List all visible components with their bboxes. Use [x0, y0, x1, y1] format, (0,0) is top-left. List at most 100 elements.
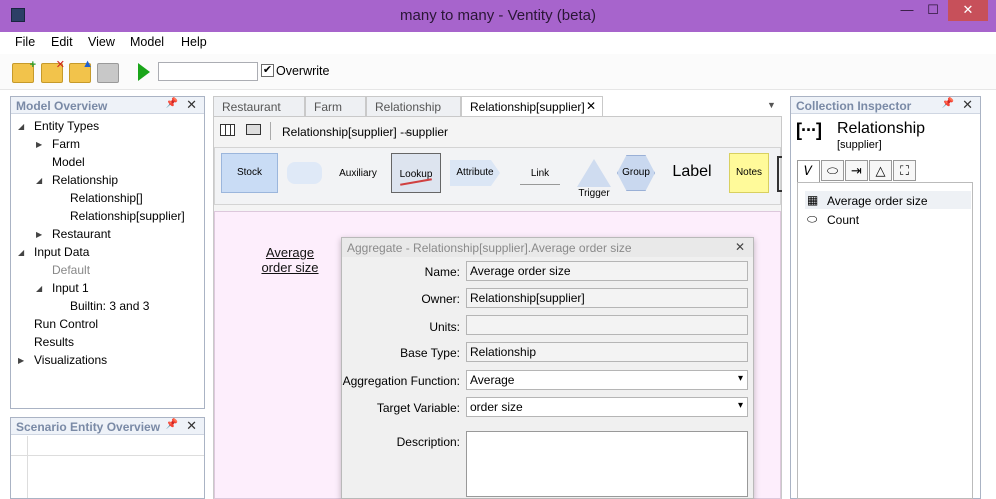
menu-help[interactable]: Help	[181, 35, 207, 49]
tree-item[interactable]: Builtin: 3 and 3	[70, 299, 149, 313]
target-variable-select[interactable]: order size ▾	[466, 397, 748, 417]
scenario-overview-title: Scenario Entity Overview	[16, 420, 161, 434]
name-field[interactable]: Average order size	[466, 261, 748, 281]
menu-bar: File Edit View Model Help	[0, 32, 996, 54]
palette-auxiliary[interactable]: Auxiliary	[333, 168, 383, 179]
menu-file[interactable]: File	[15, 35, 35, 49]
inspector-tab-variables[interactable]: 𝑉	[797, 160, 820, 182]
inspector-entity-subtitle: [supplier]	[837, 139, 882, 151]
tree-item[interactable]: Input 1	[52, 281, 89, 295]
collapse-icon[interactable]: ◢	[36, 176, 42, 185]
inspector-list: ▦ Average order size ⬭ Count	[797, 182, 973, 499]
tree-item[interactable]: Farm	[52, 137, 80, 151]
tab-dropdown-icon[interactable]: ▼	[767, 100, 776, 110]
table-view-icon[interactable]	[220, 124, 235, 136]
close-panel-icon[interactable]: ✕	[962, 97, 973, 113]
palette-trigger[interactable]: Trigger	[571, 188, 617, 199]
menu-view[interactable]: View	[88, 35, 115, 49]
new-model-icon[interactable]: +	[12, 60, 36, 83]
description-textarea[interactable]	[466, 431, 748, 497]
owner-field[interactable]: Relationship[supplier]	[466, 288, 748, 308]
palette-stock[interactable]: Stock	[221, 153, 278, 193]
inspector-list-item[interactable]: ⬭ Count	[805, 210, 971, 228]
tree-item[interactable]: Results	[34, 335, 74, 349]
tree-item[interactable]: Input Data	[34, 245, 89, 259]
inspector-tab-aux[interactable]: ⬭	[821, 160, 844, 181]
tab-relationship-supplier[interactable]: Relationship[supplier] ✕	[461, 96, 603, 117]
collapse-icon[interactable]: ◢	[36, 284, 42, 293]
tree-item[interactable]: Restaurant	[52, 227, 111, 241]
scenario-overview-panel: Scenario Entity Overview 📌 ✕	[10, 417, 205, 499]
tree-item[interactable]: Visualizations	[34, 353, 107, 367]
aggregate-node[interactable]: Average order size	[255, 245, 325, 275]
target-variable-label: Target Variable:	[376, 401, 460, 415]
units-field[interactable]	[466, 315, 748, 335]
inspector-tab-trigger[interactable]: △	[869, 160, 892, 181]
expand-icon[interactable]: ▶	[36, 230, 42, 239]
palette-notes[interactable]: Notes	[729, 153, 769, 193]
collection-inspector-title: Collection Inspector	[796, 99, 912, 113]
run-icon[interactable]	[138, 63, 150, 81]
maximize-button[interactable]: ☐	[920, 0, 946, 22]
pin-icon[interactable]: 📌	[942, 98, 954, 109]
title-bar: many to many - Ventity (beta) — ☐ ✕	[0, 0, 996, 32]
model-overview-panel: Model Overview 📌 ✕ Entity Types ◢ Farm ▶ Mod…	[10, 96, 205, 409]
inspector-list-item[interactable]: ▦ Average order size	[805, 191, 971, 209]
menu-model[interactable]: Model	[130, 35, 164, 49]
open-model-icon[interactable]: ▲	[69, 59, 93, 83]
base-type-label: Base Type:	[400, 346, 460, 360]
collapse-icon[interactable]: ◢	[18, 122, 24, 131]
tree-item[interactable]: Run Control	[34, 317, 98, 331]
pin-icon[interactable]: 📌	[166, 98, 178, 109]
pin-icon[interactable]: 📌	[166, 419, 178, 430]
tree-item[interactable]: Relationship[supplier]	[70, 209, 185, 223]
palette-cloud-icon[interactable]	[287, 162, 322, 184]
element-palette: Stock Auxiliary Lookup Attribute Link Tr…	[214, 147, 782, 205]
menu-edit[interactable]: Edit	[51, 35, 73, 49]
close-dialog-icon[interactable]: ✕	[735, 240, 745, 254]
scenario-grid-header	[11, 436, 204, 498]
aggregation-function-label: Aggregation Function:	[342, 374, 460, 388]
minimize-button[interactable]: —	[894, 0, 920, 22]
collapse-icon[interactable]: ◢	[18, 248, 24, 257]
diagram-view-icon[interactable]	[246, 124, 261, 135]
close-model-icon[interactable]: ✕	[41, 60, 65, 83]
expand-icon[interactable]: ▶	[18, 356, 24, 365]
aggregation-function-select[interactable]: Average ▾	[466, 370, 748, 390]
main-toolbar: + ✕ ▲ ✔ Overwrite	[0, 54, 996, 90]
save-model-icon[interactable]	[97, 63, 119, 83]
close-panel-icon[interactable]: ✕	[186, 418, 197, 434]
tab-farm[interactable]: Farm	[305, 96, 366, 116]
tree-item[interactable]: Model	[52, 155, 85, 169]
window-title: many to many - Ventity (beta)	[400, 7, 596, 24]
breadcrumb: Relationship[supplier] ---	[282, 125, 413, 139]
close-tab-icon[interactable]: ✕	[586, 99, 596, 113]
close-panel-icon[interactable]: ✕	[186, 97, 197, 113]
palette-group[interactable]: Group	[617, 155, 655, 191]
palette-lookup[interactable]: Lookup	[391, 153, 441, 193]
base-type-field[interactable]: Relationship	[466, 342, 748, 362]
palette-attribute[interactable]: Attribute	[450, 160, 500, 186]
palette-link[interactable]: Link	[515, 168, 565, 179]
tree-item[interactable]: Relationship[]	[70, 191, 143, 205]
tab-relationship[interactable]: Relationship	[366, 96, 461, 116]
inspector-tab-group[interactable]: ⛶	[893, 160, 916, 181]
tree-item[interactable]: Default	[52, 263, 90, 277]
overwrite-checkbox[interactable]: ✔	[261, 64, 274, 77]
description-label: Description:	[396, 435, 460, 449]
run-name-input[interactable]	[158, 62, 258, 81]
palette-bracket-icon[interactable]	[777, 156, 782, 192]
tree-item[interactable]: Relationship	[52, 173, 118, 187]
trigger-shape-icon[interactable]	[577, 159, 611, 187]
inspector-entity-title: Relationship	[837, 120, 926, 137]
model-overview-title: Model Overview	[16, 99, 108, 113]
tab-restaurant[interactable]: Restaurant	[213, 96, 305, 116]
inspector-tab-input[interactable]: ⇥	[845, 160, 868, 181]
owner-label: supplier	[406, 125, 449, 139]
expand-icon[interactable]: ▶	[36, 140, 42, 149]
tree-item[interactable]: Entity Types	[34, 119, 99, 133]
palette-label[interactable]: Label	[667, 163, 717, 181]
aggregate-dialog: Aggregate - Relationship[supplier].Avera…	[341, 237, 754, 499]
close-window-button[interactable]: ✕	[948, 0, 988, 21]
dialog-title: Aggregate - Relationship[supplier].Avera…	[347, 241, 632, 255]
